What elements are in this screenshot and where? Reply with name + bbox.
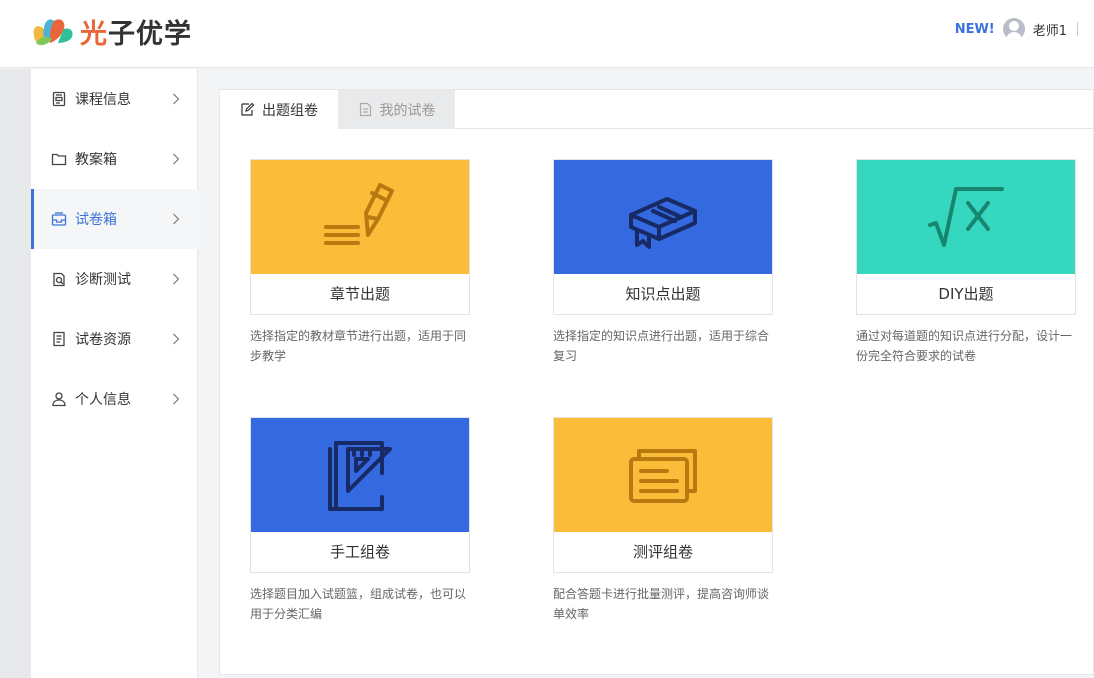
folder-icon (51, 153, 67, 166)
diagnose-icon (53, 272, 65, 287)
logo-icon (33, 18, 73, 45)
sidebar-item-paper-box[interactable]: 试卷箱 (31, 189, 198, 249)
sidebar-item-label: 试卷箱 (75, 212, 117, 228)
main-panel: 出题组卷 我的试卷 章节出题 选择指定的教材章节进行出题，适用于同步教学 知识点… (219, 89, 1094, 675)
chevron-right-icon (173, 153, 180, 165)
card-title: 知识点出题 (625, 285, 701, 303)
card-title: 章节出题 (329, 285, 390, 303)
card-banner (251, 418, 469, 532)
new-badge[interactable]: NEW! (955, 22, 995, 37)
tab-my-papers[interactable]: 我的试卷 (338, 90, 455, 129)
chevron-right-icon (173, 333, 180, 345)
card-description: 选择指定的教材章节进行出题，适用于同步教学 (250, 329, 467, 363)
document-icon (53, 331, 65, 347)
sqrt-x-icon (928, 187, 1004, 247)
card-description: 通过对每道题的知识点进行分配，设计一份完全符合要求的试卷 (856, 329, 1073, 363)
card-chapter-questions[interactable]: 章节出题 选择指定的教材章节进行出题，适用于同步教学 (250, 159, 470, 366)
card-description: 选择题目加入试题篮，组成试卷，也可以用于分类汇编 (250, 587, 467, 621)
card-description: 配合答题卡进行批量测评，提高咨询师谈单效率 (553, 587, 770, 621)
card-description: 选择指定的知识点进行出题，适用于综合复习 (553, 329, 770, 363)
sidebar-item-label: 教案箱 (75, 152, 117, 168)
sidebar-item-course-info[interactable]: 课程信息 (31, 69, 198, 129)
card-title: 测评组卷 (632, 543, 693, 561)
pencil-lines-icon (324, 183, 394, 245)
book-stack-icon (629, 197, 697, 249)
card-title: 手工组卷 (329, 543, 390, 561)
card-banner (251, 160, 469, 274)
tab-bar: 出题组卷 我的试卷 (220, 90, 1093, 130)
card-manual-paper[interactable]: 手工组卷 选择题目加入试题篮，组成试卷，也可以用于分类汇编 (250, 417, 470, 624)
card-banner (554, 160, 772, 274)
sidebar-item-label: 试卷资源 (75, 332, 131, 348)
sidebar: 课程信息 教案箱 试卷箱 诊断测试 试卷资源 个人信息 (31, 69, 198, 678)
chevron-right-icon (173, 213, 180, 225)
logo[interactable]: 光子优学 (30, 12, 192, 51)
user-name[interactable]: 老师1 (1033, 20, 1067, 39)
logo-text: 光子优学 (80, 19, 192, 50)
tab-label: 出题组卷 (262, 102, 318, 119)
chevron-right-icon (173, 273, 180, 285)
card-title: DIY出题 (938, 285, 994, 303)
header-divider (1077, 22, 1078, 36)
notebook-ruler-icon (328, 441, 392, 511)
sidebar-item-label: 个人信息 (75, 392, 131, 408)
card-banner (857, 160, 1075, 274)
avatar[interactable] (1002, 18, 1025, 40)
tab-label: 我的试卷 (379, 102, 436, 119)
sidebar-item-diagnostic-test[interactable]: 诊断测试 (31, 249, 198, 309)
card-diy-questions[interactable]: DIY出题 通过对每道题的知识点进行分配，设计一份完全符合要求的试卷 (856, 159, 1076, 366)
card-banner (554, 418, 772, 532)
course-icon (52, 91, 66, 107)
sidebar-item-personal-info[interactable]: 个人信息 (31, 369, 198, 429)
paper-stack-icon (629, 449, 697, 503)
sidebar-item-lesson-plans[interactable]: 教案箱 (31, 129, 198, 189)
edit-icon (241, 102, 255, 116)
tab-create-paper[interactable]: 出题组卷 (220, 90, 338, 130)
card-knowledge-point-questions[interactable]: 知识点出题 选择指定的知识点进行出题，适用于综合复习 (553, 159, 773, 366)
chevron-right-icon (173, 93, 180, 105)
sidebar-item-label: 诊断测试 (75, 272, 131, 288)
card-assessment-paper[interactable]: 测评组卷 配合答题卡进行批量测评，提高咨询师谈单效率 (553, 417, 773, 624)
chevron-right-icon (173, 393, 180, 405)
document-icon (359, 102, 371, 117)
top-header: 光子优学 NEW! 老师1 (0, 0, 1094, 68)
sidebar-item-label: 课程信息 (75, 92, 131, 108)
inbox-icon (51, 212, 67, 226)
sidebar-item-paper-resources[interactable]: 试卷资源 (31, 309, 198, 369)
user-icon (52, 392, 66, 407)
left-strip (0, 69, 31, 678)
